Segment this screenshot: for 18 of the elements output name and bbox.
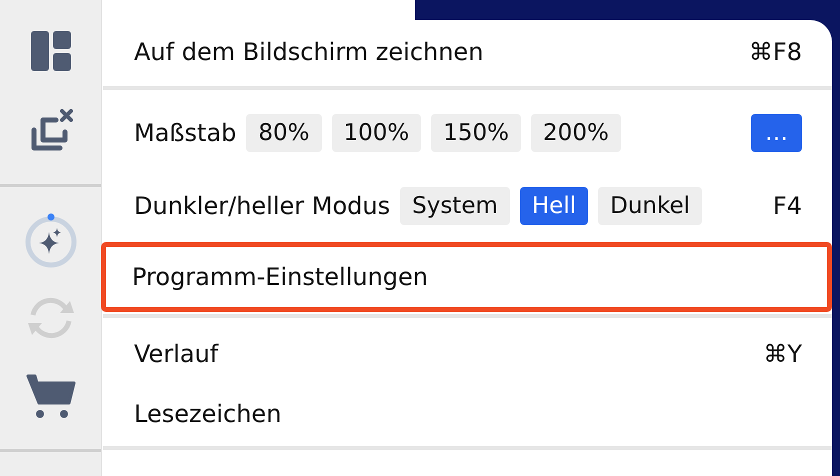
mode-option[interactable]: System: [400, 186, 510, 224]
cart-icon[interactable]: [26, 373, 76, 419]
more-button[interactable]: …: [751, 114, 802, 152]
mode-option[interactable]: Dunkel: [598, 186, 702, 224]
mode-option[interactable]: Hell: [520, 186, 588, 224]
zoom-option[interactable]: 100%: [332, 114, 422, 152]
menu-item[interactable]: Lesezeichen: [103, 384, 832, 444]
menu-item[interactable]: Auf dem Bildschirm zeichnen ⌘F8: [103, 20, 832, 84]
option-label: Maßstab: [134, 118, 236, 146]
zoom-option[interactable]: 80%: [246, 114, 322, 152]
zoom-option[interactable]: 200%: [531, 114, 621, 152]
dashboard-icon[interactable]: [30, 31, 70, 71]
zoom-option[interactable]: 150%: [431, 114, 522, 152]
option-label: Dunkler/heller Modus: [134, 192, 390, 220]
menu-item[interactable]: Verlauf ⌘Y: [103, 324, 832, 384]
shortcut-label: F4: [772, 192, 802, 220]
sparkle-ring-icon[interactable]: [22, 212, 78, 268]
menu-item[interactable]: Programm-Einstellungen: [101, 242, 832, 312]
